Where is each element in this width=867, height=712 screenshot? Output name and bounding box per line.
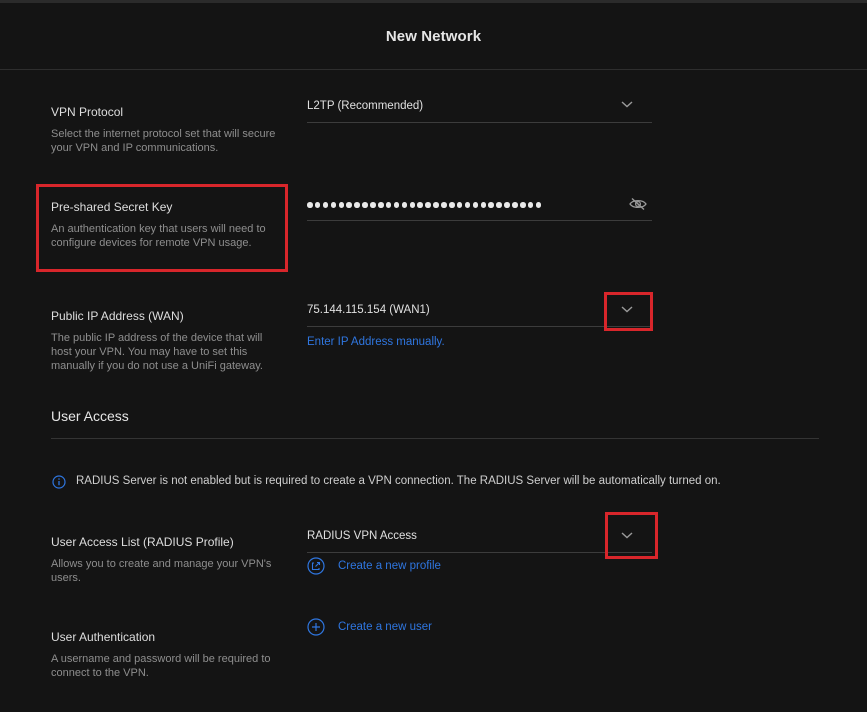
top-border [0, 0, 867, 3]
mask-dot [425, 202, 431, 208]
external-link-icon[interactable] [307, 557, 325, 575]
create-new-user-link[interactable]: Create a new user [338, 621, 432, 633]
mask-dot [354, 202, 360, 208]
mask-dot [449, 202, 455, 208]
vpn-protocol-description: Select the internet protocol set that wi… [51, 128, 276, 154]
mask-dot [314, 202, 321, 208]
mask-dot [307, 202, 313, 208]
public-ip-description: The public IP address of the device that… [51, 332, 263, 372]
psk-masked-value [307, 202, 542, 208]
vpn-protocol-select[interactable]: L2TP (Recommended) [307, 97, 652, 123]
mask-dot [393, 202, 400, 208]
plus-circle-icon[interactable] [307, 618, 325, 636]
mask-dot [464, 202, 471, 208]
public-ip-value: 75.144.115.154 (WAN1) [307, 304, 430, 316]
mask-dot [496, 202, 502, 208]
mask-dot [362, 202, 368, 208]
mask-dot [370, 202, 376, 208]
mask-dot [456, 202, 463, 208]
chevron-down-icon[interactable] [620, 99, 634, 109]
mask-dot [520, 202, 526, 208]
user-access-section-title: User Access [51, 408, 129, 424]
mask-dot [527, 202, 534, 208]
modal-header: New Network [0, 4, 867, 70]
mask-dot [512, 202, 518, 208]
radius-info-message: RADIUS Server is not enabled but is requ… [76, 475, 721, 487]
page-title: New Network [385, 28, 482, 45]
mask-dot [417, 202, 423, 208]
user-authentication-label: User Authentication [51, 630, 156, 644]
mask-dot [409, 202, 416, 208]
vpn-protocol-value: L2TP (Recommended) [307, 100, 424, 112]
info-icon [52, 475, 66, 489]
mask-dot [401, 202, 408, 208]
mask-dot [322, 202, 329, 208]
mask-dot [338, 202, 345, 208]
mask-dot [346, 202, 352, 208]
user-access-list-value: RADIUS VPN Access [307, 530, 417, 542]
mask-dot [433, 202, 439, 208]
mask-dot [535, 202, 542, 208]
public-ip-select[interactable]: 75.144.115.154 (WAN1) [307, 301, 652, 327]
mask-dot [385, 202, 392, 208]
psk-input[interactable] [307, 196, 652, 221]
mask-dot [378, 202, 384, 208]
highlight-box-psk [36, 184, 288, 272]
create-new-profile-link[interactable]: Create a new profile [338, 560, 441, 572]
section-divider [51, 438, 819, 439]
mask-dot [480, 202, 487, 208]
mask-dot [441, 202, 447, 208]
user-access-list-select[interactable]: RADIUS VPN Access [307, 527, 652, 553]
enter-ip-manually-link[interactable]: Enter IP Address manually. [307, 336, 445, 348]
user-authentication-description: A username and password will be required… [51, 653, 271, 679]
public-ip-label: Public IP Address (WAN) [51, 309, 184, 323]
highlight-box-access-list-dropdown [605, 512, 658, 559]
user-access-list-description: Allows you to create and manage your VPN… [51, 558, 272, 584]
eye-hidden-icon[interactable] [628, 196, 648, 212]
mask-dot [330, 202, 337, 208]
mask-dot [504, 202, 510, 208]
highlight-box-ip-dropdown [604, 292, 653, 331]
mask-dot [472, 202, 479, 208]
vpn-protocol-label: VPN Protocol [51, 105, 124, 119]
mask-dot [488, 202, 494, 208]
user-access-list-label: User Access List (RADIUS Profile) [51, 535, 234, 549]
